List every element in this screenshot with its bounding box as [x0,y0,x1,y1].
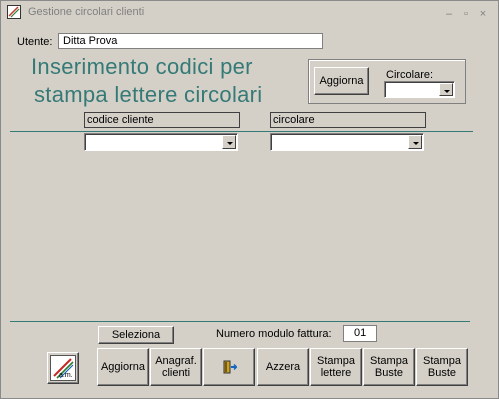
app-logo-icon: a.m. [50,355,76,381]
toolbar-stampa-lettere-button[interactable]: Stampa lettere [310,348,362,386]
toolbar-azzera-button[interactable]: Azzera [257,348,309,386]
toolbar-stampa-buste-button-1[interactable]: Stampa Buste [363,348,415,386]
title-bar[interactable]: Gestione circolari clienti – ▫ × [1,1,498,23]
invoice-module-value: 01 [354,327,367,339]
toolbar-aggiorna-button[interactable]: Aggiorna [97,348,149,386]
header-divider [10,131,473,132]
circolare-label: Circolare: [386,69,434,81]
user-field[interactable]: Ditta Prova [58,33,323,49]
close-button[interactable]: × [476,8,490,20]
page-heading-line1: Inserimento codici per [31,54,253,79]
column-header-codice-cliente: codice cliente [84,112,240,128]
app-logo-button[interactable]: a.m. [47,352,79,384]
refresh-circolare-button[interactable]: Aggiorna [314,67,369,95]
exit-button[interactable] [203,348,255,386]
invoice-module-label: Numero modulo fattura: [216,328,332,340]
codice-cliente-select[interactable] [84,133,238,151]
toolbar-anagrafica-clienti-button[interactable]: Anagraf. clienti [150,348,202,386]
invoice-module-field[interactable]: 01 [343,325,377,342]
chevron-down-icon[interactable] [222,135,236,149]
svg-text:a.m.: a.m. [59,372,73,379]
footer-divider [10,321,470,322]
exit-door-icon [221,359,238,375]
toolbar-stampa-buste-button-2[interactable]: Stampa Buste [416,348,468,386]
select-button[interactable]: Seleziona [98,326,174,344]
circolare-select[interactable] [384,81,455,98]
column-header-circolare: circolare [270,112,426,128]
circolare-row-select[interactable] [270,133,424,151]
window-title: Gestione circolari clienti [28,6,145,18]
minimize-button[interactable]: – [442,8,456,20]
page-heading-line2: stampa lettere circolari [34,82,263,107]
maximize-button[interactable]: ▫ [459,8,473,20]
main-window: Gestione circolari clienti – ▫ × Utente:… [0,0,499,399]
user-label: Utente: [17,36,53,48]
user-field-value: Ditta Prova [63,35,118,47]
app-icon[interactable] [7,5,21,19]
chevron-down-icon[interactable] [408,135,422,149]
chevron-down-icon[interactable] [439,83,453,96]
